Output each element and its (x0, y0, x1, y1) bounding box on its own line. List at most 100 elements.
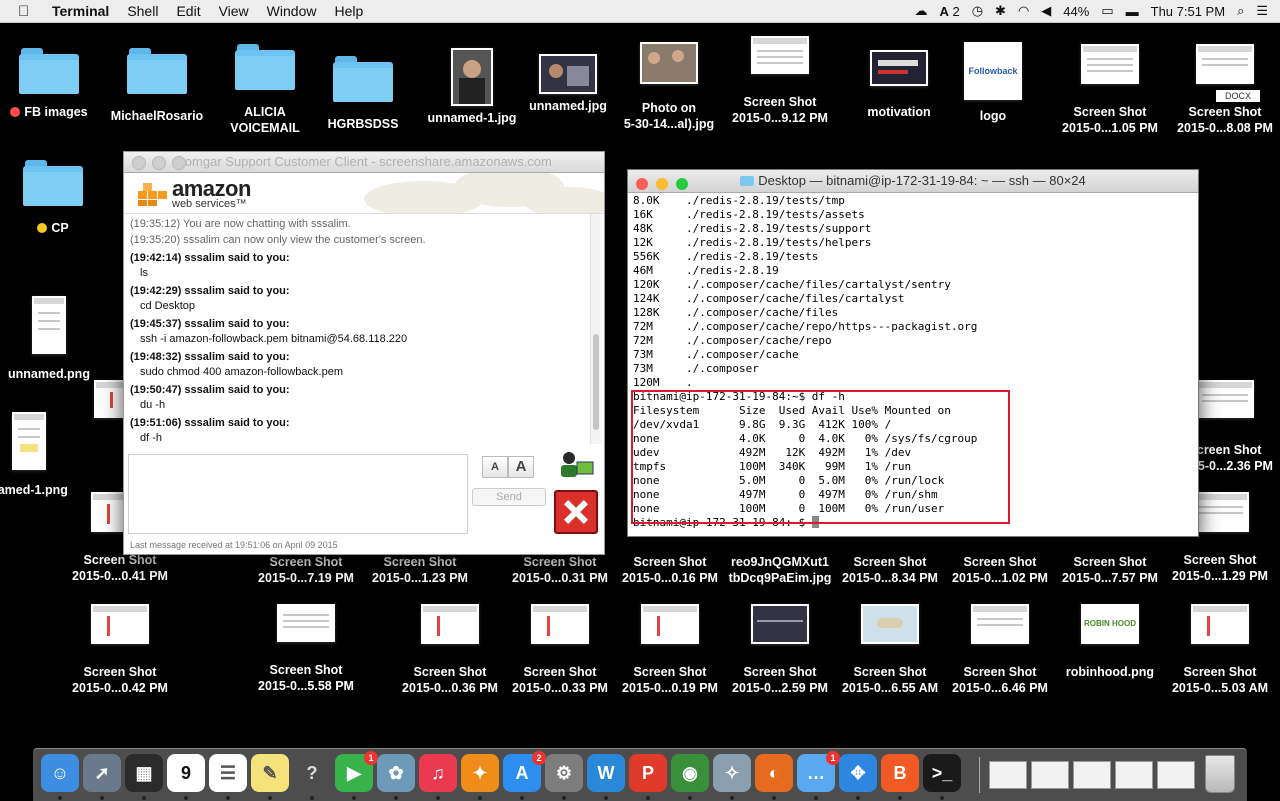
desktop-icon-screenshot-912[interactable]: Screen Shot 2015-0...9.12 PM (725, 36, 835, 126)
zoom-window-icon[interactable] (172, 156, 186, 170)
terminal-icon[interactable]: >_ (923, 754, 961, 800)
desktop-icon-photo-on[interactable]: Photo on 5-30-14...al).jpg (614, 42, 724, 132)
desktop-icon-screenshot-105[interactable]: Screen Shot 2015-0...1.05 PM (1055, 44, 1165, 136)
powerpoint-icon[interactable]: P (629, 754, 667, 800)
chat-message-input[interactable] (128, 454, 468, 534)
desktop-icon-unnamed-1-jpg[interactable]: unnamed-1.jpg (417, 48, 527, 126)
menu-view[interactable]: View (219, 3, 249, 19)
notification-center-icon[interactable]: ☰ (1256, 3, 1268, 19)
zoom-window-icon[interactable] (676, 178, 688, 190)
app-store-icon[interactable]: A2 (503, 751, 546, 800)
minimized-window-thumbnail[interactable] (989, 761, 1027, 789)
itunes-icon[interactable]: ♫ (419, 754, 457, 800)
creative-cloud-icon[interactable]: ☁ (914, 3, 927, 19)
satellite-icon[interactable]: ✧ (713, 754, 751, 800)
adobe-icon[interactable]: A 2 (939, 4, 959, 19)
menu-edit[interactable]: Edit (176, 3, 200, 19)
desktop-icon-unnamed-png[interactable]: unnamed.png (0, 296, 104, 382)
ibooks-icon[interactable]: ✦ (461, 754, 499, 800)
calendar-icon[interactable]: 9 (167, 754, 205, 800)
desktop-icon-cp[interactable]: CP (0, 160, 108, 236)
window-title-bar[interactable]: Bomgar Support Customer Client - screens… (124, 152, 604, 173)
menu-shell[interactable]: Shell (127, 3, 158, 19)
increase-font-button[interactable]: A (508, 456, 534, 478)
scrollbar-thumb[interactable] (593, 334, 599, 430)
facetime-icon[interactable]: ▶ 1 (335, 751, 378, 800)
icon-label-2: 2015-0...1.23 PM (372, 571, 468, 585)
desktop-icon-unnamed-1-png[interactable]: named-1.png (0, 412, 84, 498)
desktop-icon-screenshot-719[interactable]: Screen Shot 2015-0...7.19 PM (251, 550, 361, 586)
desktop-icon-screenshot-757[interactable]: Screen Shot 2015-0...7.57 PM (1055, 550, 1165, 586)
desktop-icon-hgrbsdss[interactable]: HGRBSDSS (308, 56, 418, 132)
desktop-icon-screenshot-808[interactable]: DOCX Screen Shot 2015-0...8.08 PM (1170, 44, 1280, 136)
spotlight-search-icon[interactable]: ⌕ (1237, 3, 1244, 19)
minimized-window-thumbnail[interactable] (1031, 761, 1069, 789)
minimized-window-thumbnail[interactable] (1115, 761, 1153, 789)
desktop-icon-screenshot-558[interactable]: Screen Shot 2015-0...5.58 PM (251, 604, 361, 694)
support-agent-icon[interactable] (557, 450, 595, 480)
clock[interactable]: Thu 7:51 PM (1151, 4, 1225, 19)
desktop-icon-logo[interactable]: Followback logo (938, 42, 1048, 124)
volume-icon[interactable]: ◀ (1041, 3, 1051, 19)
bluetooth-icon[interactable]: ✱ (995, 3, 1006, 19)
window-title-bar[interactable]: Desktop — bitnami@ip-172-31-19-84: ~ — s… (628, 170, 1198, 193)
bomgar-icon[interactable]: B (881, 754, 919, 800)
desktop-icon-screenshot-646[interactable]: Screen Shot 2015-0...6.46 PM (945, 604, 1055, 696)
desktop-icon-screenshot-259[interactable]: Screen Shot 2015-0...2.59 PM (725, 604, 835, 696)
end-session-close-icon[interactable] (554, 490, 598, 534)
desktop-icon-fb-images[interactable]: FB images (0, 48, 104, 120)
desktop-icon-screenshot-019[interactable]: Screen Shot 2015-0...0.19 PM (615, 604, 725, 696)
time-machine-icon[interactable]: ◷ (972, 3, 983, 19)
minimize-window-icon[interactable] (152, 156, 166, 170)
menu-app-terminal[interactable]: Terminal (52, 3, 109, 19)
reminders-icon[interactable]: ☰ (209, 754, 247, 800)
firefox-icon[interactable]: ◐ (755, 754, 793, 800)
decrease-font-button[interactable]: A (482, 456, 508, 478)
minimized-window-thumbnail[interactable] (1073, 761, 1111, 789)
desktop-icon-screenshot-102[interactable]: Screen Shot 2015-0...1.02 PM (945, 550, 1055, 586)
minimized-window-thumbnail[interactable] (1157, 761, 1195, 789)
running-indicator (604, 796, 608, 800)
desktop-icon-alicia-voicemail[interactable]: ALICIA VOICEMAIL (210, 44, 320, 136)
desktop-icon-robinhood[interactable]: ROBIN HOOD robinhood.png (1055, 604, 1165, 680)
chat-message-header: (19:42:29) sssalim said to you: (130, 285, 290, 297)
trash-icon[interactable] (1205, 755, 1235, 793)
desktop-icon-screenshot-123[interactable]: Screen Shot 2015-0...1.23 PM (365, 550, 475, 586)
mission-control-icon[interactable]: ▦ (125, 754, 163, 800)
desktop-icon-michaelrosario[interactable]: MichaelRosario (102, 48, 212, 124)
help-icon[interactable]: ? (293, 754, 331, 800)
wifi-icon[interactable]: ◠ (1018, 3, 1029, 19)
desktop-icon-screenshot-042[interactable]: Screen Shot 2015-0...0.42 PM (65, 604, 175, 696)
close-window-icon[interactable] (132, 156, 146, 170)
desktop-icon-screenshot-036[interactable]: Screen Shot 2015-0...0.36 PM (395, 604, 505, 696)
desktop-icon-screenshot-031[interactable]: Screen Shot 2015-0...0.31 PM (505, 550, 615, 586)
battery-percent[interactable]: 44% (1063, 4, 1089, 19)
running-indicator (58, 796, 62, 800)
desktop-icon-reo9jnqgmxut1[interactable]: reo9JnQGMXut1 tbDcq9PaEim.jpg (725, 550, 835, 586)
chat-scrollbar[interactable] (590, 214, 601, 444)
launchpad-icon[interactable]: ➚ (83, 754, 121, 800)
messages-icon[interactable]: … 1 (797, 751, 840, 800)
notes-icon[interactable]: ✎ (251, 754, 289, 800)
desktop-icon-screenshot-503[interactable]: Screen Shot 2015-0...5.03 AM (1165, 604, 1275, 696)
desktop-icon-screenshot-655[interactable]: Screen Shot 2015-0...6.55 AM (835, 604, 945, 696)
flag-icon[interactable]: ▬ (1126, 4, 1139, 19)
network-icon[interactable]: ◉ (671, 754, 709, 800)
minimize-window-icon[interactable] (656, 178, 668, 190)
photos-icon[interactable]: ✿ (377, 754, 415, 800)
system-preferences-icon[interactable]: ⚙ (545, 754, 583, 800)
desktop-icon-screenshot-033[interactable]: Screen Shot 2015-0...0.33 PM (505, 604, 615, 696)
menu-help[interactable]: Help (334, 3, 363, 19)
safari-icon[interactable]: ✥ (839, 754, 877, 800)
desktop-icon-screenshot-016[interactable]: Screen Shot 2015-0...0.16 PM (615, 550, 725, 586)
desktop-icon-screenshot-834[interactable]: Screen Shot 2015-0...8.34 PM (835, 550, 945, 586)
desktop-icon-unnamed-jpg[interactable]: unnamed.jpg (513, 54, 623, 114)
apple-menu-icon[interactable]:  (18, 3, 36, 20)
send-button[interactable]: Send (472, 488, 546, 506)
battery-icon[interactable]: ▭ (1101, 3, 1113, 19)
finder-icon[interactable]: ☺ (41, 754, 79, 800)
dock: ☺ ➚ ▦ 9 ☰ ✎? ▶ 1 ✿ ♫ ✦ A 2 ⚙ W P ◉ ✧ ◐… 1 ✥ B >_ (33, 748, 1247, 801)
menu-window[interactable]: Window (267, 3, 317, 19)
close-window-icon[interactable] (636, 178, 648, 190)
word-icon[interactable]: W (587, 754, 625, 800)
